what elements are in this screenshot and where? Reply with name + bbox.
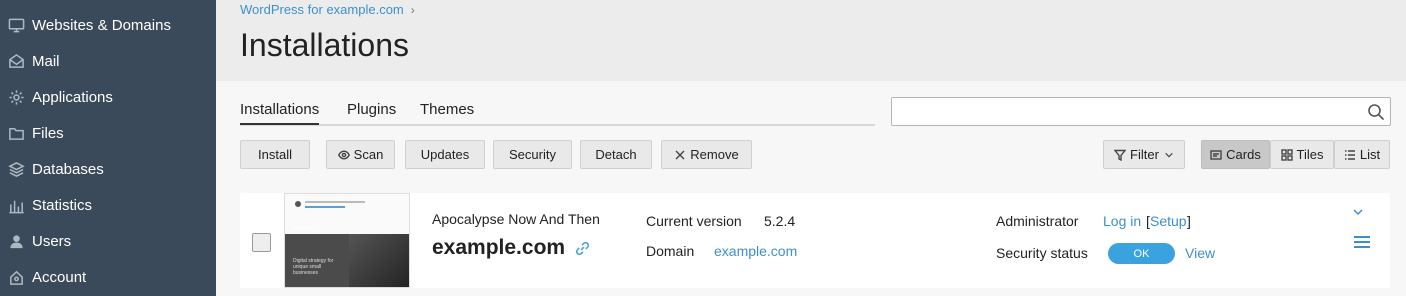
domain-link[interactable]: example.com bbox=[714, 243, 797, 259]
sidebar-item-label: Account bbox=[32, 268, 87, 286]
sidebar-item-applications[interactable]: Applications bbox=[0, 79, 216, 115]
sidebar-item-mail[interactable]: Mail bbox=[0, 43, 216, 79]
view-cards-button[interactable]: Cards bbox=[1201, 140, 1270, 169]
site-title: example.com bbox=[432, 236, 591, 260]
sidebar-item-statistics[interactable]: Statistics bbox=[0, 187, 216, 223]
security-button[interactable]: Security bbox=[493, 140, 572, 169]
user-icon bbox=[7, 232, 25, 250]
installation-card: Welcome Digital strategy for unique smal… bbox=[240, 193, 1390, 288]
database-icon bbox=[7, 160, 25, 178]
filter-label: Filter bbox=[1130, 147, 1159, 162]
search-input[interactable] bbox=[891, 97, 1391, 126]
thumbnail-welcome: Welcome bbox=[293, 226, 314, 232]
cards-label: Cards bbox=[1226, 147, 1261, 162]
view-security-link[interactable]: View bbox=[1185, 245, 1215, 261]
close-icon bbox=[675, 150, 685, 159]
search-field[interactable] bbox=[892, 98, 1362, 125]
scan-button[interactable]: Scan bbox=[326, 140, 395, 169]
detach-label: Detach bbox=[595, 147, 637, 162]
mail-icon bbox=[7, 52, 25, 70]
tiles-label: Tiles bbox=[1296, 147, 1324, 162]
sidebar-item-users[interactable]: Users bbox=[0, 223, 216, 259]
updates-button[interactable]: Updates bbox=[405, 140, 485, 169]
remove-label: Remove bbox=[690, 147, 739, 162]
list-label: List bbox=[1359, 147, 1381, 162]
filter-button[interactable]: Filter bbox=[1103, 140, 1185, 169]
bar-chart-icon bbox=[7, 196, 25, 214]
site-thumbnail[interactable]: Welcome Digital strategy for unique smal… bbox=[284, 193, 410, 288]
administrator-label: Administrator bbox=[996, 213, 1079, 229]
thumbnail-hero-image bbox=[349, 234, 409, 287]
chevron-right-icon: › bbox=[410, 2, 415, 17]
version-label: Current version bbox=[646, 213, 742, 229]
folder-icon bbox=[7, 124, 25, 142]
version-value: 5.2.4 bbox=[764, 213, 796, 229]
sidebar-item-label: Applications bbox=[32, 88, 113, 106]
updates-label: Updates bbox=[420, 147, 470, 162]
sidebar-item-websites-domains[interactable]: Websites & Domains bbox=[0, 7, 216, 43]
site-name: Apocalypse Now And Then bbox=[432, 211, 600, 227]
sidebar-item-files[interactable]: Files bbox=[0, 115, 216, 151]
gear-icon bbox=[7, 88, 25, 106]
thumbnail-line bbox=[305, 201, 365, 203]
filter-icon bbox=[1114, 149, 1127, 161]
breadcrumb: WordPress for example.com › bbox=[240, 2, 415, 17]
tiles-icon bbox=[1280, 148, 1293, 161]
select-checkbox[interactable] bbox=[252, 233, 271, 252]
domain-label: Domain bbox=[646, 243, 695, 259]
view-tiles-button[interactable]: Tiles bbox=[1270, 140, 1334, 169]
thumbnail-logo bbox=[295, 201, 301, 207]
chevron-down-icon bbox=[1165, 152, 1173, 157]
eye-icon bbox=[337, 149, 350, 160]
view-list-button[interactable]: List bbox=[1334, 140, 1390, 169]
tab-installations[interactable]: Installations bbox=[240, 101, 320, 125]
login-link[interactable]: Log in bbox=[1103, 213, 1141, 229]
list-icon bbox=[1344, 149, 1355, 160]
thumbnail-tagline: Digital strategy for unique small busine… bbox=[293, 258, 334, 276]
detach-button[interactable]: Detach bbox=[580, 140, 652, 169]
security-status-label: Security status bbox=[996, 245, 1088, 261]
page-title: Installations bbox=[240, 27, 409, 63]
account-icon bbox=[7, 268, 25, 286]
monitor-icon bbox=[7, 16, 25, 34]
sidebar-item-label: Files bbox=[32, 124, 64, 142]
tab-plugins[interactable]: Plugins bbox=[347, 101, 396, 118]
sidebar-item-databases[interactable]: Databases bbox=[0, 151, 216, 187]
sidebar-item-label: Mail bbox=[32, 52, 60, 70]
thumbnail-line bbox=[305, 206, 345, 208]
security-label: Security bbox=[509, 147, 556, 162]
sidebar-item-label: Statistics bbox=[32, 196, 93, 214]
sidebar-item-label: Websites & Domains bbox=[32, 16, 171, 34]
install-button[interactable]: Install bbox=[240, 140, 310, 169]
menu-icon[interactable] bbox=[1353, 234, 1371, 250]
cards-icon bbox=[1210, 149, 1222, 160]
scan-label: Scan bbox=[353, 147, 384, 162]
page-header: WordPress for example.com › Installation… bbox=[216, 0, 1406, 81]
tab-bar: Installations Plugins Themes bbox=[240, 99, 875, 126]
remove-button[interactable]: Remove bbox=[661, 140, 752, 169]
chevron-down-icon[interactable] bbox=[1352, 205, 1364, 217]
sidebar-item-label: Users bbox=[32, 232, 72, 250]
bracket-close: ] bbox=[1187, 213, 1191, 229]
sidebar-item-account[interactable]: Account bbox=[0, 259, 216, 295]
site-domain-title: example.com bbox=[432, 236, 566, 259]
sidebar-item-label: Databases bbox=[32, 160, 104, 178]
setup-link[interactable]: Setup bbox=[1150, 213, 1187, 229]
main-content: Installations Plugins Themes Install Sca… bbox=[216, 81, 1406, 296]
breadcrumb-link[interactable]: WordPress for example.com bbox=[240, 2, 404, 17]
search-icon[interactable] bbox=[1367, 103, 1385, 121]
security-status-badge[interactable]: OK bbox=[1108, 243, 1175, 264]
install-label: Install bbox=[258, 147, 292, 162]
sidebar: Websites & Domains Mail Applications Fil… bbox=[0, 0, 216, 296]
link-icon[interactable] bbox=[574, 240, 591, 257]
tab-themes[interactable]: Themes bbox=[420, 101, 474, 118]
